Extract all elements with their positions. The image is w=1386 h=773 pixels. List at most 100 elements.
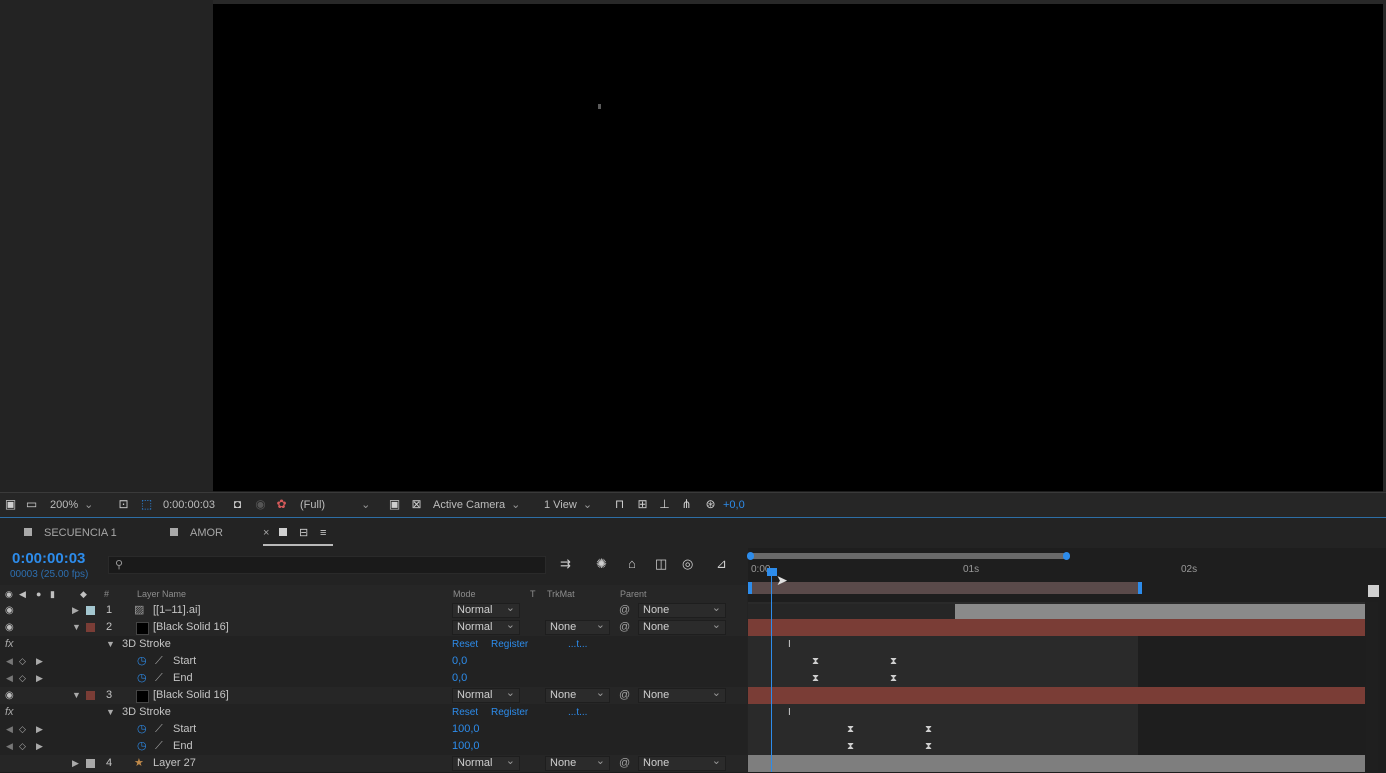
about-link[interactable]: ...t... <box>568 638 587 651</box>
prev-keyframe-icon[interactable]: ◀ <box>6 672 13 685</box>
work-area-start[interactable] <box>748 582 752 594</box>
work-area-bar[interactable] <box>748 582 1140 594</box>
property-value[interactable]: 100,0 <box>452 723 480 736</box>
layer-row-3[interactable]: ◉ ▼ 3 [Black Solid 16] Normal None @ Non… <box>0 687 747 705</box>
layer-name[interactable]: Layer 27 <box>153 757 196 770</box>
reset-link[interactable]: Reset <box>452 638 478 651</box>
property-row-end[interactable]: ◀ ◇ ▶ ◷ ⟋ End 0,0 <box>0 670 747 688</box>
label-tag-icon[interactable]: ◆ <box>80 589 87 600</box>
layer-row-2[interactable]: ◉ ▼ 2 [Black Solid 16] Normal None @ Non… <box>0 619 747 637</box>
eye-icon[interactable]: ◉ <box>5 621 14 634</box>
region-icon[interactable]: ⬚ <box>140 498 153 510</box>
mode-dropdown[interactable]: Normal <box>452 619 520 635</box>
audio-toggle-icon[interactable]: ◀ <box>19 589 26 600</box>
tab-active-icon[interactable]: ⊟ <box>299 526 308 540</box>
next-keyframe-icon[interactable]: ▶ <box>36 740 43 753</box>
layer-bar-1[interactable] <box>955 602 1365 619</box>
keyframe-marker[interactable]: ⧗ <box>812 674 819 684</box>
flowchart-icon[interactable]: ⋔ <box>680 498 693 510</box>
trkmat-dropdown[interactable]: None <box>545 619 610 635</box>
stopwatch-icon[interactable]: ◷ <box>137 740 147 753</box>
graph-icon[interactable]: ⟋ <box>155 672 163 685</box>
viewer-timecode[interactable]: 0:00:00:03 <box>163 497 215 513</box>
resolution-dropdown[interactable]: (Full) <box>300 497 378 513</box>
next-keyframe-icon[interactable]: ▶ <box>36 723 43 736</box>
graph-icon[interactable]: ⟋ <box>155 740 163 753</box>
keyframe-marker[interactable]: I <box>788 640 791 650</box>
tab-active-close[interactable]: × <box>263 526 269 540</box>
fast-preview-icon[interactable]: ⊞ <box>636 498 649 510</box>
tab-secuencia-1[interactable]: SECUENCIA 1 <box>24 526 117 540</box>
prev-keyframe-icon[interactable]: ◀ <box>6 723 13 736</box>
video-toggle-icon[interactable]: ◉ <box>5 589 13 600</box>
label-color[interactable] <box>86 691 95 700</box>
stopwatch-icon[interactable]: ◷ <box>137 655 147 668</box>
graph-editor-icon[interactable]: ⊿ <box>716 556 727 572</box>
keyframe-marker[interactable]: ⧗ <box>847 742 854 752</box>
effect-row-3d-stroke[interactable]: fx ▼ 3D Stroke Reset Register ...t... <box>0 636 747 654</box>
label-color[interactable] <box>86 606 95 615</box>
add-keyframe-icon[interactable]: ◇ <box>19 740 26 753</box>
parent-dropdown[interactable]: None <box>638 687 726 703</box>
timeline-timecode[interactable]: 0:00:00:03 <box>12 550 85 567</box>
expand-arrow-icon[interactable]: ▶ <box>72 604 79 617</box>
motion-blur-icon[interactable]: ◎ <box>682 556 693 572</box>
track-row-1[interactable] <box>748 602 1365 619</box>
shy-icon[interactable]: ⌂ <box>628 556 636 571</box>
about-link[interactable]: ...t... <box>568 706 587 719</box>
toggle-pixel-icon[interactable]: ⊓ <box>613 498 626 510</box>
parent-dropdown[interactable]: None <box>638 755 726 771</box>
keyframe-marker[interactable]: ⧗ <box>890 674 897 684</box>
property-value[interactable]: 0,0 <box>452 672 467 685</box>
camera-dropdown[interactable]: Active Camera <box>433 497 520 513</box>
stopwatch-icon[interactable]: ◷ <box>137 672 147 685</box>
add-keyframe-icon[interactable]: ◇ <box>19 672 26 685</box>
eye-icon[interactable]: ◉ <box>5 689 14 702</box>
layer-name[interactable]: [Black Solid 16] <box>153 621 229 634</box>
graph-icon[interactable]: ⟋ <box>155 723 163 736</box>
property-row-end[interactable]: ◀ ◇ ▶ ◷ ⟋ End 100,0 <box>0 738 747 756</box>
collapse-arrow-icon[interactable]: ▼ <box>72 621 81 634</box>
work-area-end[interactable] <box>1138 582 1142 594</box>
effect-name[interactable]: 3D Stroke <box>122 638 171 651</box>
register-link[interactable]: Register <box>491 706 528 719</box>
navigator-start-handle[interactable] <box>747 552 754 560</box>
keyframe-marker[interactable]: ⧗ <box>847 725 854 735</box>
solo-toggle-icon[interactable]: ● <box>36 589 41 599</box>
camera-snapshot-icon[interactable]: ◘ <box>231 498 244 510</box>
pickwhip-icon[interactable]: @ <box>619 689 630 701</box>
prev-keyframe-icon[interactable]: ◀ <box>6 655 13 668</box>
always-preview-icon[interactable]: ▣ <box>4 498 17 510</box>
show-snapshot-icon[interactable]: ◉ <box>254 498 267 510</box>
timeline-scrollbar[interactable] <box>1366 602 1378 772</box>
property-row-start[interactable]: ◀ ◇ ▶ ◷ ⟋ Start 0,0 <box>0 653 747 671</box>
region-interest-icon[interactable]: ▣ <box>388 498 401 510</box>
add-keyframe-icon[interactable]: ◇ <box>19 723 26 736</box>
pickwhip-icon[interactable]: @ <box>619 621 630 633</box>
parent-dropdown[interactable]: None <box>638 602 726 618</box>
fit-icon[interactable]: ⊡ <box>117 498 130 510</box>
collapse-arrow-icon[interactable]: ▼ <box>106 706 115 719</box>
mode-dropdown[interactable]: Normal <box>452 687 520 703</box>
next-keyframe-icon[interactable]: ▶ <box>36 672 43 685</box>
register-link[interactable]: Register <box>491 638 528 651</box>
label-color[interactable] <box>86 623 95 632</box>
exposure-value[interactable]: +0,0 <box>723 497 745 513</box>
layer-row-4[interactable]: ▶ 4 ★ Layer 27 Normal None @ None <box>0 755 747 773</box>
mode-dropdown[interactable]: Normal <box>452 755 520 771</box>
eye-icon[interactable]: ◉ <box>5 604 14 617</box>
collapse-arrow-icon[interactable]: ▼ <box>72 689 81 702</box>
property-value[interactable]: 0,0 <box>452 655 467 668</box>
reset-link[interactable]: Reset <box>452 706 478 719</box>
next-keyframe-icon[interactable]: ▶ <box>36 655 43 668</box>
collapse-arrow-icon[interactable]: ▼ <box>106 638 115 651</box>
exposure-reset-icon[interactable]: ⊛ <box>704 498 717 510</box>
timeline-icon[interactable]: ⊥ <box>658 498 671 510</box>
draft-3d-icon[interactable]: ✺ <box>596 556 607 572</box>
lock-toggle-icon[interactable]: ▮ <box>50 589 55 600</box>
mode-dropdown[interactable]: Normal <box>452 602 520 618</box>
keyframe-marker[interactable]: ⧗ <box>925 725 932 735</box>
add-keyframe-icon[interactable]: ◇ <box>19 655 26 668</box>
layer-row-1[interactable]: ◉ ▶ 1 ▨ [[1–11].ai] Normal @ None <box>0 602 747 620</box>
prev-keyframe-icon[interactable]: ◀ <box>6 740 13 753</box>
